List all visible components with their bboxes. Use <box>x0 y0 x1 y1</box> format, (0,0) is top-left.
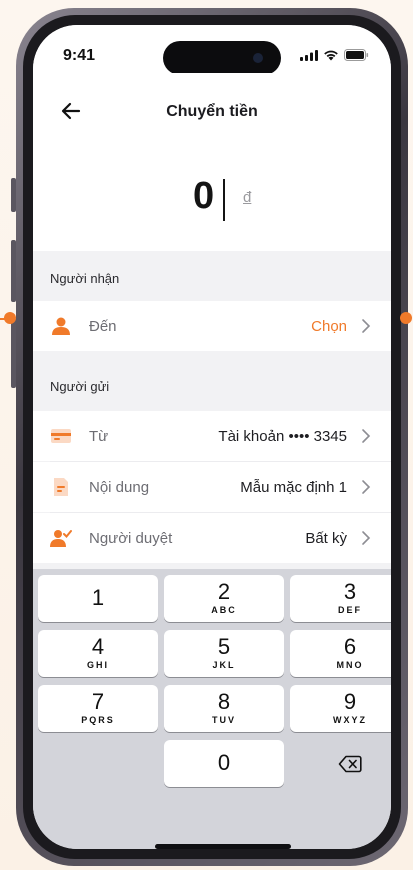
phone-bezel: 9:41 Chuyển tiền 0 đ Người nhận Đến Chọn… <box>23 15 401 859</box>
camera-icon <box>253 53 263 63</box>
numeric-keypad: 1 2 ABC 3 DEF 4 GHI 5 JKL 6 MNO 7 PQRS 8… <box>33 569 391 849</box>
wifi-icon <box>324 50 338 61</box>
currency-symbol: đ <box>243 189 252 206</box>
approver-icon <box>50 530 72 547</box>
chevron-right-icon <box>362 429 371 443</box>
key-digit: 5 <box>217 634 231 659</box>
key-digit: 0 <box>217 750 231 775</box>
key-0[interactable]: 0 <box>164 740 284 787</box>
key-digit: 2 <box>217 579 231 604</box>
from-label: Từ <box>89 427 109 445</box>
key-9[interactable]: 9 WXYZ <box>290 685 391 732</box>
key-1[interactable]: 1 <box>38 575 158 622</box>
signal-icon <box>300 50 318 61</box>
header: Chuyển tiền <box>33 73 391 161</box>
key-7[interactable]: 7 PQRS <box>38 685 158 732</box>
content-value: Mẫu mặc định 1 <box>240 478 347 496</box>
key-6[interactable]: 6 MNO <box>290 630 391 677</box>
approver-value: Bất kỳ <box>305 529 347 547</box>
amount-value: 0 <box>193 175 215 217</box>
delete-key[interactable] <box>290 740 391 787</box>
key-digit: 3 <box>343 579 357 604</box>
content-label: Nội dung <box>89 478 150 496</box>
callout-dot-left <box>4 312 16 324</box>
text-caret <box>223 179 225 221</box>
chevron-right-icon <box>362 531 371 545</box>
callout-dot-right <box>400 312 412 324</box>
sender-section-label: Người gửi <box>50 379 110 394</box>
key-4[interactable]: 4 GHI <box>38 630 158 677</box>
key-digit: 9 <box>343 689 357 714</box>
chevron-right-icon <box>362 319 371 333</box>
key-digit: 8 <box>217 689 231 714</box>
card-icon <box>51 429 71 443</box>
screen: 9:41 Chuyển tiền 0 đ Người nhận Đến Chọn… <box>33 25 391 849</box>
key-8[interactable]: 8 TUV <box>164 685 284 732</box>
status-icons <box>300 49 369 61</box>
key-5[interactable]: 5 JKL <box>164 630 284 677</box>
approver-label: Người duyệt <box>89 529 173 547</box>
from-account-value: Tài khoản •••• 3345 <box>218 427 347 445</box>
dynamic-island <box>163 41 281 75</box>
page-title: Chuyển tiền <box>166 103 258 120</box>
content-row[interactable]: Nội dung Mẫu mặc định 1 <box>33 462 391 512</box>
key-3[interactable]: 3 DEF <box>290 575 391 622</box>
document-icon <box>54 478 68 496</box>
recipient-row[interactable]: Đến Chọn <box>33 301 391 351</box>
key-letters: JKL <box>212 660 236 670</box>
key-letters: MNO <box>336 660 364 670</box>
choose-recipient-link[interactable]: Chọn <box>311 318 347 335</box>
key-digit: 4 <box>91 634 105 659</box>
key-letters: GHI <box>86 660 109 670</box>
key-letters: PQRS <box>81 715 115 725</box>
battery-icon <box>344 49 369 61</box>
chevron-right-icon <box>362 480 371 494</box>
status-time: 9:41 <box>63 47 96 64</box>
key-letters: DEF <box>338 605 362 615</box>
backspace-icon <box>338 755 362 772</box>
recipient-label: Đến <box>89 317 117 335</box>
recipient-section-label: Người nhận <box>50 271 120 286</box>
person-icon <box>52 317 70 335</box>
phone-frame: 9:41 Chuyển tiền 0 đ Người nhận Đến Chọn… <box>16 8 408 866</box>
home-indicator <box>155 844 291 849</box>
key-letters: TUV <box>212 715 236 725</box>
status-bar: 9:41 <box>33 25 391 75</box>
key-digit: 6 <box>343 634 357 659</box>
key-digit: 1 <box>91 585 105 610</box>
approver-row[interactable]: Người duyệt Bất kỳ <box>33 513 391 563</box>
key-letters: WXYZ <box>333 715 367 725</box>
key-letters: ABC <box>211 605 237 615</box>
amount-display[interactable]: 0 đ <box>33 161 391 251</box>
from-account-row[interactable]: Từ Tài khoản •••• 3345 <box>33 411 391 461</box>
key-digit: 7 <box>91 689 105 714</box>
key-2[interactable]: 2 ABC <box>164 575 284 622</box>
